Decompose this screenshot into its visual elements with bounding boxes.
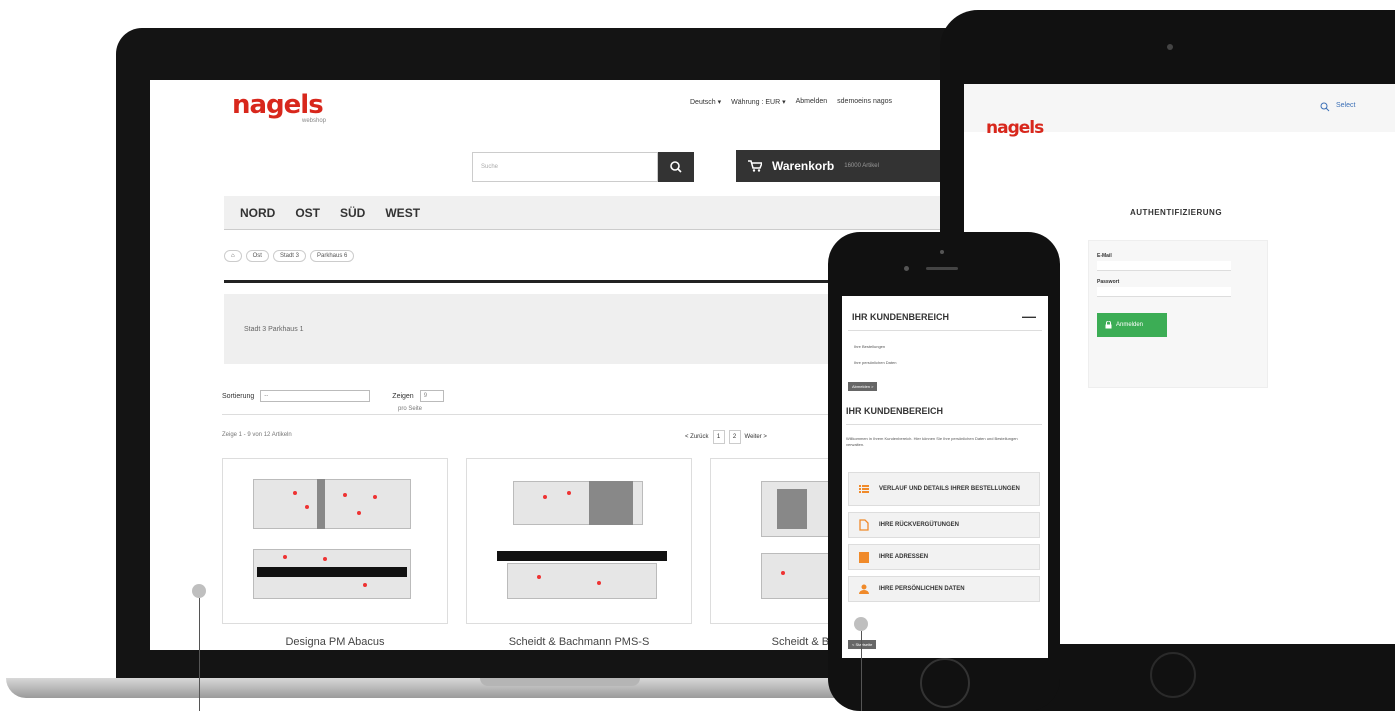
- address-book-icon: [859, 551, 869, 563]
- tablet-home-button: [1150, 652, 1196, 698]
- password-label: Passwort: [1097, 279, 1120, 285]
- divider: [846, 424, 1042, 425]
- collapse-icon[interactable]: —: [1022, 308, 1036, 324]
- menu-item-west[interactable]: WEST: [375, 206, 430, 220]
- email-label: E-Mail: [1097, 253, 1112, 259]
- tablet-logo[interactable]: nagels: [986, 118, 1044, 138]
- menu-item-nord[interactable]: NORD: [230, 206, 285, 220]
- pager-page-2[interactable]: 2: [728, 430, 741, 444]
- top-nav: Deutsch ▾ Währung : EUR ▾ Abmelden sdemo…: [690, 98, 892, 106]
- pager-next[interactable]: Weiter >: [745, 434, 767, 440]
- currency-select[interactable]: Währung : EUR ▾: [731, 98, 785, 106]
- personal-data-button[interactable]: IHRE PERSÖNLICHEN DATEN: [848, 576, 1040, 602]
- search-button[interactable]: [658, 152, 694, 182]
- breadcrumb-parkhaus[interactable]: Parkhaus 6: [309, 250, 355, 262]
- laptop-notch: [480, 678, 640, 686]
- refunds-button[interactable]: IHRE RÜCKVERGÜTUNGEN: [848, 512, 1040, 538]
- logout-link[interactable]: Abmelden: [796, 98, 828, 106]
- phone-camera: [904, 266, 909, 271]
- search-icon: [670, 161, 682, 173]
- lock-icon: [1105, 321, 1112, 329]
- product-card[interactable]: [222, 458, 448, 624]
- home-back-button[interactable]: < Startseite: [848, 640, 877, 649]
- welcome-text: Willkommen in Ihrem Kundenbereich. Hier …: [846, 436, 1018, 447]
- product-image: [233, 471, 439, 611]
- pager-prev[interactable]: < Zurück: [685, 434, 709, 440]
- show-label: Zeigen: [392, 392, 414, 400]
- search-input[interactable]: Suche: [472, 152, 658, 182]
- cart-label: Warenkorb: [772, 159, 835, 173]
- product-image: [477, 471, 683, 611]
- login-form: E-Mail Passwort Anmelden: [1088, 240, 1268, 388]
- phone-screen: IHR KUNDENBEREICH — Ihre Bestellungen Ih…: [842, 296, 1048, 658]
- pointer-marker: [192, 584, 206, 598]
- cart-button[interactable]: Warenkorb 16000 Artikel: [736, 150, 950, 182]
- document-icon: [859, 519, 869, 531]
- product-card[interactable]: [466, 458, 692, 624]
- login-button-label: Anmelden: [1116, 322, 1144, 328]
- pointer-marker: [854, 617, 868, 631]
- logo-text: nagels: [232, 90, 324, 120]
- section-title: IHR KUNDENBEREICH: [852, 312, 950, 322]
- cart-count: 16000 Artikel: [844, 163, 879, 169]
- addresses-button[interactable]: IHRE ADRESSEN: [848, 544, 1040, 570]
- phone-home-button: [920, 658, 970, 708]
- breadcrumb-stadt[interactable]: Stadt 3: [272, 250, 306, 262]
- breadcrumb-ost[interactable]: Ost: [245, 250, 269, 262]
- product-name[interactable]: Designa PM Abacus: [222, 636, 448, 648]
- pagination: < Zurück 1 2 Weiter >: [685, 430, 767, 444]
- menu-item-ost[interactable]: OST: [285, 206, 330, 220]
- search-icon[interactable]: [1320, 102, 1330, 112]
- divider: [848, 330, 1042, 331]
- category-description: Stadt 3 Parkhaus 1: [244, 325, 304, 333]
- auth-title: AUTHENTIFIZIERUNG: [1130, 208, 1223, 217]
- list-icon: [859, 485, 869, 493]
- orders-link[interactable]: Ihre Bestellungen: [854, 344, 885, 349]
- user-icon: [859, 584, 869, 594]
- pager-page-1[interactable]: 1: [712, 430, 725, 444]
- product-name[interactable]: Scheidt & Bachmann PMS-S: [466, 636, 692, 648]
- product-count: Zeige 1 - 9 von 12 Artikeln: [222, 432, 292, 438]
- phone-sensor: [940, 250, 944, 254]
- pointer-line: [861, 631, 862, 711]
- breadcrumb: ⌂ Ost Stadt 3 Parkhaus 6: [224, 250, 355, 262]
- menu-item-sud[interactable]: SÜD: [330, 206, 375, 220]
- cart-icon: [748, 160, 762, 172]
- refunds-label: IHRE RÜCKVERGÜTUNGEN: [879, 521, 960, 528]
- email-field[interactable]: [1097, 261, 1231, 271]
- tablet-camera: [1167, 44, 1173, 50]
- login-button[interactable]: Anmelden: [1097, 313, 1167, 337]
- select-link[interactable]: Select: [1336, 102, 1355, 112]
- orders-history-label: VERLAUF UND DETAILS IHRER BESTELLUNGEN: [879, 485, 1020, 492]
- main-menu: NORD OST SÜD WEST: [224, 196, 950, 230]
- site-logo[interactable]: nagels webshop: [232, 90, 326, 124]
- logo-subtitle: webshop: [302, 118, 327, 124]
- per-page-label: pro Seite: [398, 406, 423, 412]
- addresses-label: IHRE ADRESSEN: [879, 553, 929, 560]
- personal-data-link[interactable]: Ihre persönlichen Daten: [854, 360, 896, 365]
- show-select[interactable]: 9: [419, 390, 444, 402]
- logout-button[interactable]: Abmelden >: [848, 382, 878, 391]
- orders-history-button[interactable]: VERLAUF UND DETAILS IHRER BESTELLUNGEN: [848, 472, 1040, 506]
- sort-select[interactable]: --: [260, 390, 371, 402]
- page-heading: IHR KUNDENBEREICH: [846, 406, 944, 416]
- personal-data-label: IHRE PERSÖNLICHEN DATEN: [879, 585, 965, 592]
- password-field[interactable]: [1097, 287, 1231, 297]
- user-link[interactable]: sdemoeins nagos: [837, 98, 892, 106]
- tablet-top-links: Select: [1320, 102, 1355, 112]
- sort-label: Sortierung: [222, 392, 255, 400]
- phone-speaker: [926, 267, 958, 270]
- sort-bar: Sortierung -- Zeigen 9: [222, 390, 444, 402]
- pointer-line: [199, 598, 200, 711]
- language-select[interactable]: Deutsch ▾: [690, 98, 721, 106]
- home-icon[interactable]: ⌂: [224, 250, 242, 262]
